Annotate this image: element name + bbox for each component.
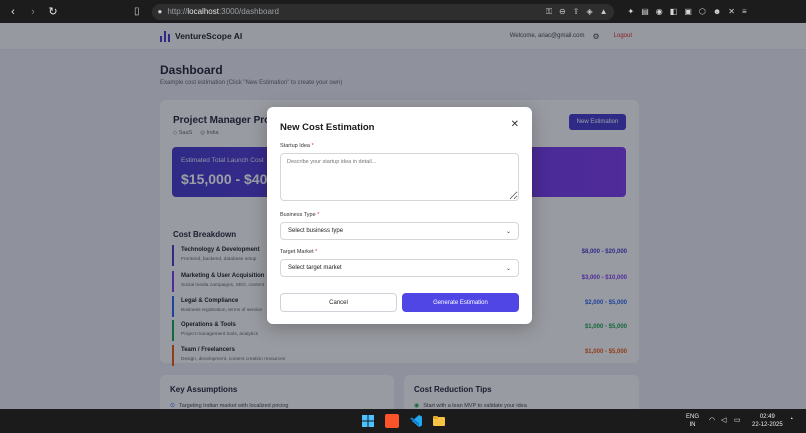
target-market-select[interactable]: Select target market ⌄ xyxy=(280,259,519,277)
share-icon[interactable]: ⇪ xyxy=(573,7,580,16)
chevron-down-icon: ⌄ xyxy=(505,265,511,272)
business-type-label: Business Type * xyxy=(280,212,320,218)
chevron-down-icon: ⌄ xyxy=(505,228,511,235)
bookmark-icon[interactable]: ▯ xyxy=(134,6,140,17)
new-estimation-modal: New Cost Estimation ✕ Startup Idea * Bus… xyxy=(267,107,532,324)
sidebar-icon[interactable]: ◧ xyxy=(670,7,678,16)
wifi-icon[interactable]: ◠ xyxy=(709,416,715,424)
startup-idea-textarea[interactable] xyxy=(280,153,519,201)
shield-icon[interactable]: ◈ xyxy=(586,7,592,16)
extensions-icon[interactable]: ✦ xyxy=(628,7,635,16)
forward-icon[interactable]: › xyxy=(26,5,40,19)
battery-icon[interactable]: ▭ xyxy=(734,416,741,424)
windows-start-icon[interactable] xyxy=(361,414,375,428)
extension-icon[interactable]: ◉ xyxy=(656,7,663,16)
dashboard-page: VentureScope AI Welcome, ariac@gmail.com… xyxy=(0,23,806,409)
key-icon[interactable]: ⚿ xyxy=(546,7,552,17)
url-path: :3000/dashboard xyxy=(218,7,280,16)
wallet-icon[interactable]: ▣ xyxy=(684,7,692,16)
brave-browser-icon[interactable] xyxy=(385,414,399,428)
startup-idea-label: Startup Idea * xyxy=(280,143,314,149)
back-icon[interactable]: ‹ xyxy=(6,5,20,19)
url-scheme: http:// xyxy=(167,7,188,16)
account-icon[interactable]: ☻ xyxy=(713,7,721,16)
vpn-icon[interactable]: ⬡ xyxy=(699,7,706,16)
language-indicator[interactable]: ENG IN xyxy=(686,413,699,429)
zoom-icon[interactable]: ⊖ xyxy=(559,7,566,16)
generate-estimation-button[interactable]: Generate Estimation xyxy=(402,293,519,312)
business-type-select[interactable]: Select business type ⌄ xyxy=(280,222,519,240)
browser-toolbar: ‹ › ↻ ▯ ● http://localhost:3000/dashboar… xyxy=(0,0,806,23)
site-info-icon[interactable]: ● xyxy=(158,7,163,16)
reload-icon[interactable]: ↻ xyxy=(46,5,60,19)
address-bar[interactable]: ● http://localhost:3000/dashboard ⚿ ⊖ ⇪ … xyxy=(151,3,614,20)
close-icon[interactable]: ✕ xyxy=(511,119,519,130)
target-market-value: Select target market xyxy=(288,265,342,271)
taskbar: ENG IN ◠ ◁ ▭ 02:49 22-12-2025 ◔ xyxy=(0,409,806,433)
notification-icon[interactable]: ◔ xyxy=(789,416,793,423)
volume-icon[interactable]: ◁ xyxy=(721,416,726,424)
clock[interactable]: 02:49 22-12-2025 xyxy=(752,413,783,429)
url-host: localhost xyxy=(187,7,219,16)
rewards-icon[interactable]: ▲ xyxy=(600,7,608,16)
business-type-value: Select business type xyxy=(288,228,344,234)
file-explorer-icon[interactable] xyxy=(432,414,446,428)
menu-icon[interactable]: ≡ xyxy=(742,7,747,16)
vscode-icon[interactable] xyxy=(409,414,423,428)
target-market-label: Target Market * xyxy=(280,249,318,255)
reader-icon[interactable]: ▤ xyxy=(641,7,649,16)
modal-title: New Cost Estimation xyxy=(280,122,375,133)
cancel-button[interactable]: Cancel xyxy=(280,293,397,312)
vscode-ext-icon[interactable]: ✕ xyxy=(728,7,735,16)
